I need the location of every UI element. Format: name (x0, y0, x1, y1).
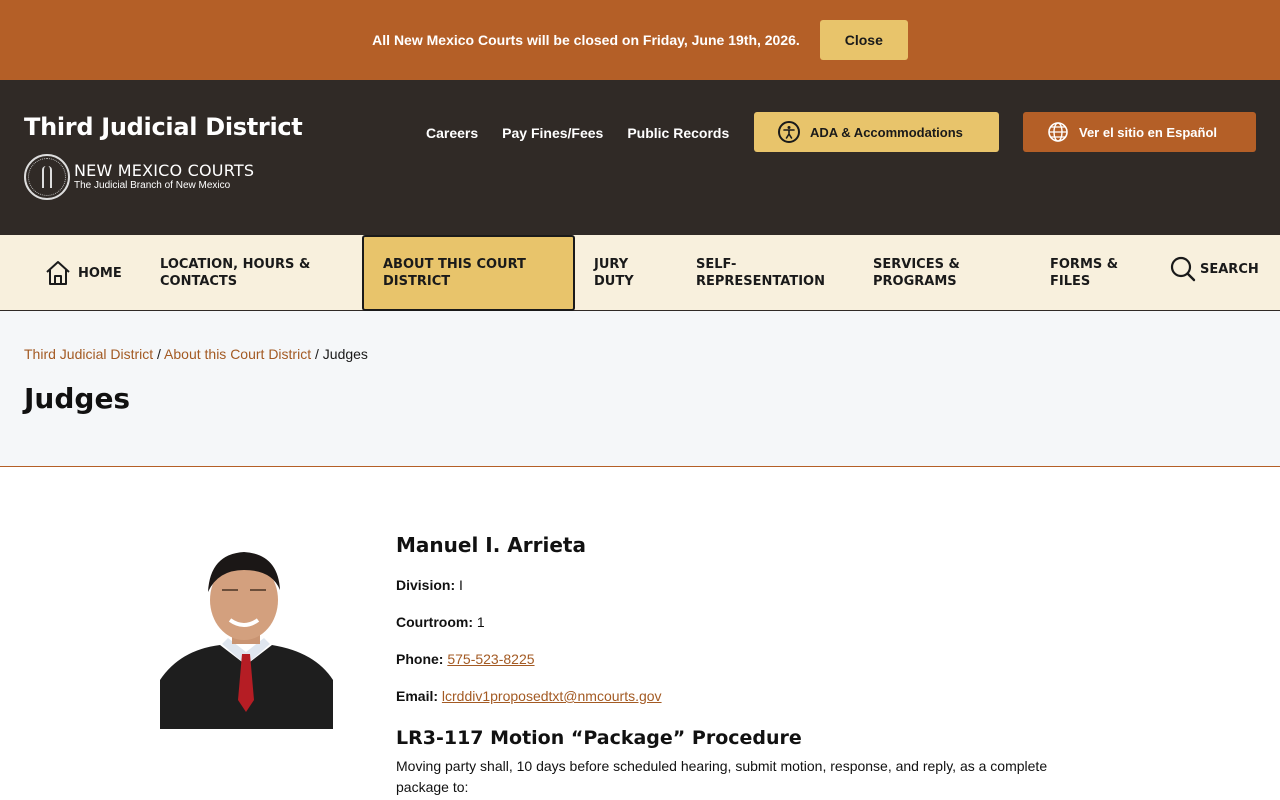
judge-email: Email: lcrddiv1proposedtxt@nmcourts.gov (396, 688, 662, 704)
nav-jury[interactable]: JURY DUTY (594, 235, 664, 311)
procedure-text: Moving party shall, 10 days before sched… (396, 758, 1048, 795)
breadcrumb-link-home[interactable]: Third Judicial District (24, 346, 153, 362)
phone-link[interactable]: 575-523-8225 (447, 651, 534, 667)
page-header: Third Judicial District / About this Cou… (0, 311, 1280, 467)
procedure-heading: LR3-117 Motion “Package” Procedure (396, 727, 802, 749)
alert-message: All New Mexico Courts will be closed on … (372, 32, 800, 48)
breadcrumb-separator: / (315, 346, 319, 362)
judge-courtroom: Courtroom: 1 (396, 614, 485, 630)
accessibility-icon (778, 121, 800, 143)
alert-close-button[interactable]: Close (819, 20, 908, 60)
breadcrumb-link-about[interactable]: About this Court District (164, 346, 311, 362)
email-label: Email: (396, 688, 439, 704)
site-title[interactable]: Third Judicial District (24, 113, 303, 141)
nav-location[interactable]: LOCATION, HOURS & CONTACTS (160, 235, 340, 311)
nav-forms[interactable]: FORMS & FILES (1050, 235, 1150, 311)
spanish-label: Ver el sitio en Español (1079, 124, 1217, 140)
main-nav: HOME LOCATION, HOURS & CONTACTS ABOUT TH… (0, 235, 1280, 311)
breadcrumb-current: Judges (322, 346, 368, 362)
logo-tagline: The Judicial Branch of New Mexico (74, 180, 231, 191)
ada-accommodations-button[interactable]: ADA & Accommodations (754, 112, 999, 152)
courtroom-label: Courtroom: (396, 614, 473, 630)
home-icon (46, 261, 70, 285)
site-header: Third Judicial District NEW MEXICO COURT… (0, 80, 1280, 235)
nm-courts-logo[interactable]: NEW MEXICO COURTS The Judicial Branch of… (24, 154, 254, 200)
search-icon (1170, 256, 1196, 282)
courtroom-value: 1 (476, 614, 485, 630)
utility-nav: Careers Pay Fines/Fees Public Records (426, 125, 753, 141)
nav-search[interactable]: SEARCH (1170, 231, 1259, 307)
email-link[interactable]: lcrddiv1proposedtxt@nmcourts.gov (442, 688, 662, 704)
division-value: I (459, 577, 463, 593)
division-label: Division: (396, 577, 456, 593)
judge-division: Division: I (396, 577, 463, 593)
nav-services[interactable]: SERVICES & PROGRAMS (873, 235, 993, 311)
spanish-site-button[interactable]: Ver el sitio en Español (1023, 112, 1256, 152)
nav-home-label: HOME (78, 265, 122, 281)
phone-label: Phone: (396, 651, 444, 667)
logo-name: NEW MEXICO COURTS (74, 161, 255, 180)
nav-home[interactable]: HOME (44, 235, 122, 311)
breadcrumb: Third Judicial District / About this Cou… (24, 346, 368, 362)
nav-about[interactable]: ABOUT THIS COURT DISTRICT (362, 235, 575, 311)
breadcrumb-separator: / (157, 346, 161, 362)
judge-photo (160, 540, 333, 729)
court-seal-icon (24, 154, 70, 200)
judge-phone: Phone: 575-523-8225 (396, 651, 535, 667)
nav-search-label: SEARCH (1200, 261, 1259, 277)
careers-link[interactable]: Careers (426, 125, 478, 141)
public-records-link[interactable]: Public Records (627, 125, 729, 141)
nav-self-representation[interactable]: SELF-REPRESENTATION (696, 235, 846, 311)
globe-icon (1048, 122, 1068, 142)
page-title: Judges (24, 382, 131, 415)
ada-label: ADA & Accommodations (810, 124, 963, 140)
judge-name: Manuel I. Arrieta (396, 533, 586, 557)
alert-banner: All New Mexico Courts will be closed on … (0, 0, 1280, 80)
pay-fines-link[interactable]: Pay Fines/Fees (502, 125, 603, 141)
